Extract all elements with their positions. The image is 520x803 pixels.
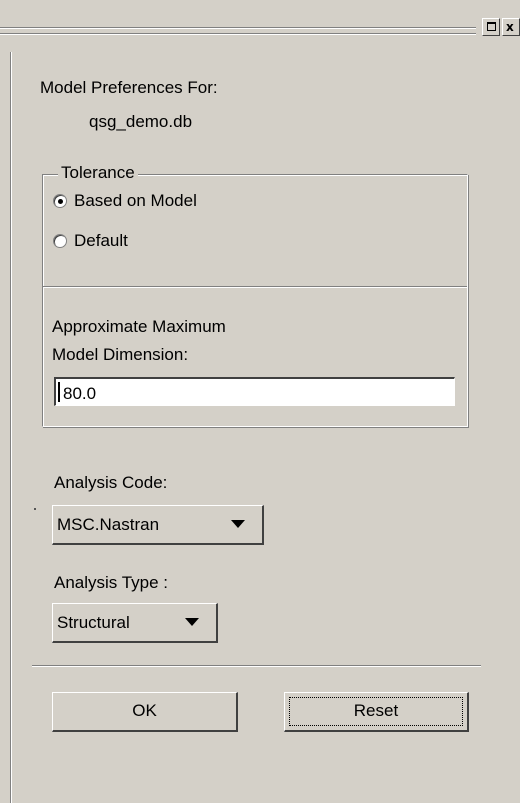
title-groove bbox=[0, 34, 476, 35]
dimension-label-line1: Approximate Maximum bbox=[52, 317, 226, 336]
radio-icon[interactable] bbox=[53, 194, 67, 208]
radio-selected-dot bbox=[58, 199, 63, 204]
separator bbox=[32, 666, 481, 667]
title-bar-controls: x bbox=[478, 18, 520, 42]
radio-icon[interactable] bbox=[53, 234, 67, 248]
title-groove bbox=[0, 28, 476, 29]
radio-label[interactable]: Default bbox=[74, 231, 128, 251]
maximize-icon bbox=[487, 22, 496, 31]
dimension-label-line2: Model Dimension: bbox=[52, 345, 189, 364]
dropdown-arrow-icon bbox=[185, 618, 199, 626]
analysis-code-label: Analysis Code: bbox=[54, 473, 168, 492]
model-preferences-label: Model Preferences For: bbox=[40, 78, 218, 97]
analysis-code-dropdown[interactable]: MSC.Nastran bbox=[52, 505, 264, 545]
decorative-dot bbox=[34, 508, 36, 510]
ok-button[interactable]: OK bbox=[52, 692, 238, 732]
maximize-button[interactable] bbox=[482, 18, 500, 36]
close-icon: x bbox=[506, 20, 514, 34]
close-button[interactable]: x bbox=[502, 18, 520, 36]
tolerance-group-label: Tolerance bbox=[58, 163, 138, 183]
reset-button[interactable]: Reset bbox=[284, 692, 469, 732]
dropdown-arrow-icon bbox=[231, 520, 245, 528]
radio-label[interactable]: Based on Model bbox=[74, 191, 197, 211]
analysis-type-dropdown[interactable]: Structural bbox=[52, 603, 218, 643]
analysis-type-label: Analysis Type : bbox=[54, 573, 169, 592]
panel-edge bbox=[11, 52, 12, 803]
ok-button-label: OK bbox=[132, 701, 157, 720]
database-name: qsg_demo.db bbox=[89, 112, 193, 131]
model-preferences-window: x Model Preferences For: qsg_demo.db Tol… bbox=[0, 0, 520, 803]
model-dimension-input[interactable] bbox=[54, 377, 455, 406]
reset-button-label: Reset bbox=[353, 701, 399, 720]
group-divider bbox=[43, 287, 467, 288]
text-caret bbox=[58, 382, 60, 402]
analysis-code-value: MSC.Nastran bbox=[57, 515, 160, 534]
title-bar[interactable]: x bbox=[0, 14, 520, 48]
analysis-type-value: Structural bbox=[57, 613, 130, 632]
